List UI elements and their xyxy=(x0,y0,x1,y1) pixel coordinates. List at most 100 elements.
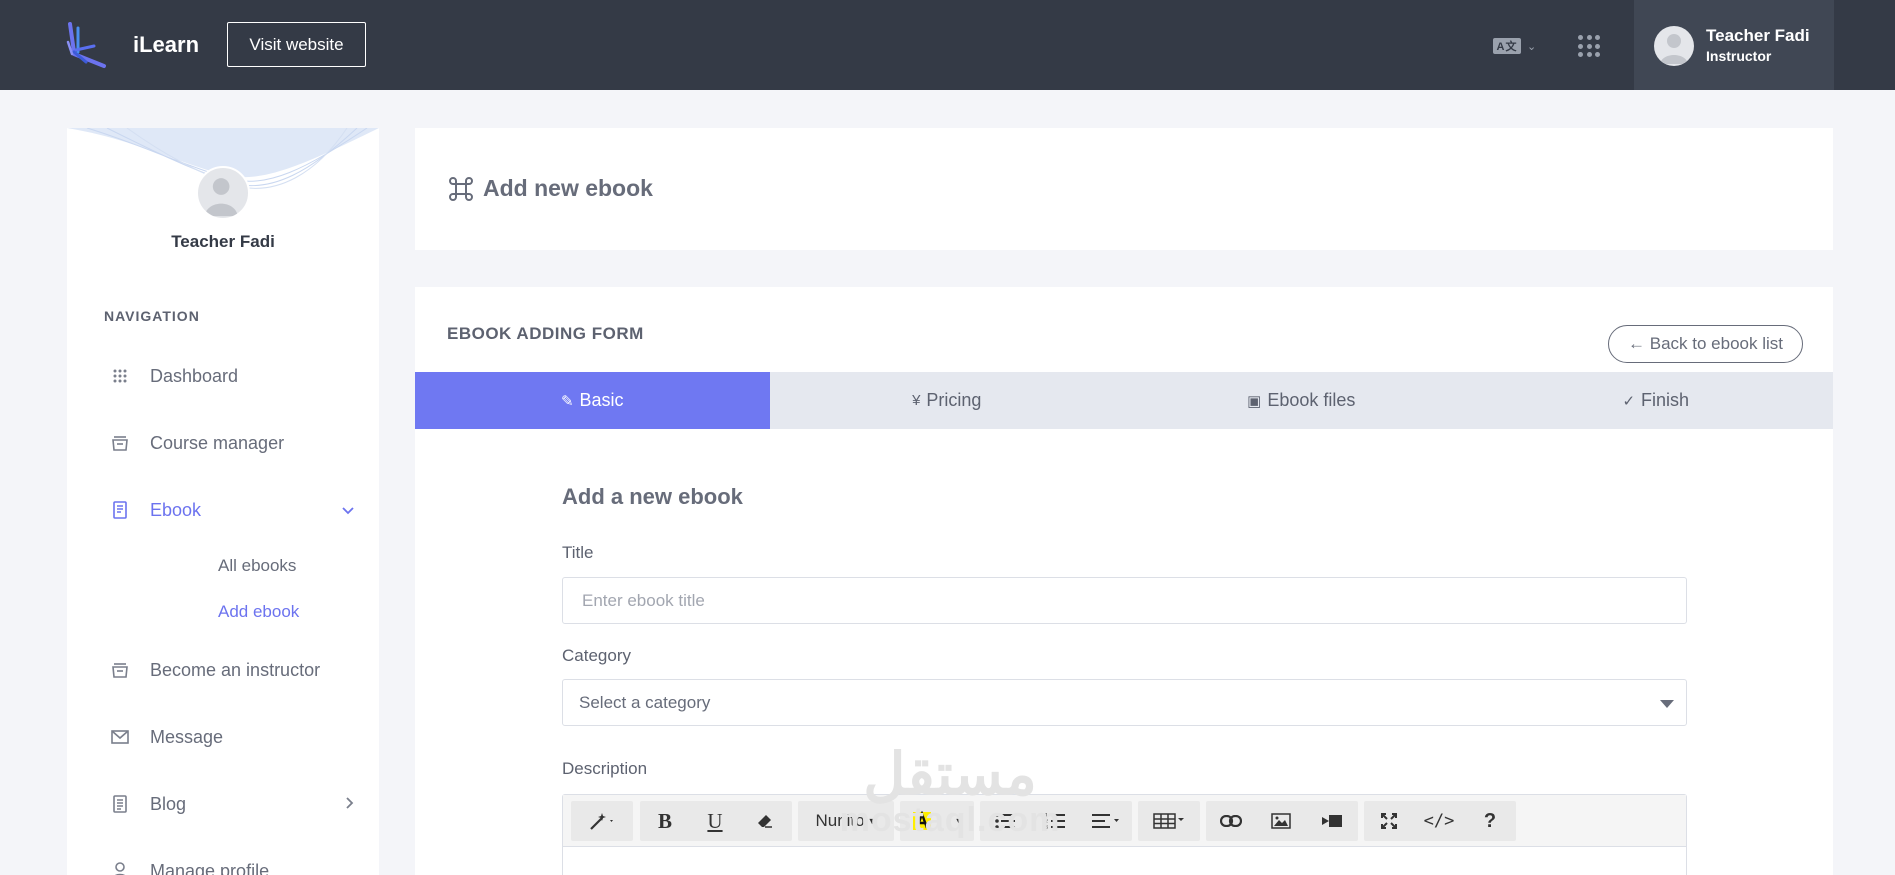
check-circle-icon: ✓ xyxy=(1622,392,1636,410)
caret-down-icon: ▼ xyxy=(867,816,877,826)
tab-ebook-files[interactable]: ▣ Ebook files xyxy=(1124,372,1479,429)
title-input[interactable] xyxy=(562,577,1687,624)
toolbar-group-font: Nunito ▼ xyxy=(798,801,894,841)
font-family-dropdown[interactable]: Nunito ▼ xyxy=(798,801,894,841)
apps-grid-icon[interactable] xyxy=(1578,35,1600,57)
numbered-list-icon[interactable]: 123 xyxy=(1030,801,1080,841)
user-avatar-icon xyxy=(204,178,238,217)
category-select[interactable]: Select a category xyxy=(562,679,1687,726)
sidebar-item-label: Course manager xyxy=(150,432,285,453)
form-title: EBOOK ADDING FORM xyxy=(447,324,644,343)
yen-icon: ¥ xyxy=(912,392,921,409)
sidebar-item-label: Ebook xyxy=(150,499,202,520)
page-title: Add new ebook xyxy=(483,175,653,201)
font-family-value: Nunito xyxy=(815,811,865,830)
inbox-icon xyxy=(110,660,130,680)
files-icon: ▣ xyxy=(1247,392,1262,410)
command-icon xyxy=(447,175,475,208)
sidebar-item-ebook[interactable]: Ebook xyxy=(104,495,364,525)
description-editor[interactable]: B U Nunito ▼ ▼ 1 2 3 </> ? xyxy=(562,794,1687,875)
sidebar-item-label: Blog xyxy=(150,793,187,814)
back-to-list-button[interactable]: ← Back to ebook list xyxy=(1608,325,1803,363)
sidebar-item-label: Message xyxy=(150,726,224,747)
fullscreen-icon[interactable] xyxy=(1364,801,1414,841)
grid-icon xyxy=(110,366,130,386)
sidebar-item-label: Manage profile xyxy=(150,860,270,875)
chevron-down-icon: ⌄ xyxy=(1527,40,1537,53)
user-icon xyxy=(110,861,130,875)
tab-label: Ebook files xyxy=(1267,390,1356,410)
top-navbar: iLearn Visit website A文 ⌄ Teacher Fadi I… xyxy=(0,0,1895,90)
text-color-icon[interactable] xyxy=(900,801,944,841)
sidebar-item-label: Become an instructor xyxy=(150,659,321,680)
feather-icon: ✎ xyxy=(560,392,574,410)
document-icon xyxy=(110,794,130,814)
user-menu[interactable]: Teacher Fadi Instructor xyxy=(1634,0,1834,90)
eraser-icon[interactable] xyxy=(740,801,790,841)
chevron-down-icon xyxy=(342,502,354,518)
sidebar-subitem-all-ebooks[interactable]: All ebooks xyxy=(218,556,296,576)
chevron-right-icon xyxy=(346,796,354,812)
caret-down-icon[interactable]: ▼ xyxy=(944,801,974,841)
tab-basic[interactable]: ✎ Basic xyxy=(415,372,770,429)
magic-wand-icon[interactable] xyxy=(571,801,633,841)
code-view-icon[interactable]: </> xyxy=(1414,801,1464,841)
help-icon[interactable]: ? xyxy=(1464,801,1516,841)
description-label: Description xyxy=(562,759,648,778)
sidebar-item-become-instructor[interactable]: Become an instructor xyxy=(104,655,364,685)
sidebar-item-course-manager[interactable]: Course manager xyxy=(104,428,364,458)
sidebar-item-blog[interactable]: Blog xyxy=(104,789,364,819)
section-title: Add a new ebook xyxy=(562,484,743,509)
book-icon xyxy=(110,500,130,520)
translate-icon: A文 xyxy=(1493,38,1521,54)
profile-name: Teacher Fadi xyxy=(171,232,275,251)
underline-icon[interactable]: U xyxy=(690,801,740,841)
title-label: Title xyxy=(562,543,594,562)
link-icon[interactable] xyxy=(1206,801,1256,841)
image-icon[interactable] xyxy=(1256,801,1306,841)
user-role: Instructor xyxy=(1706,48,1772,64)
tab-pricing[interactable]: ¥ Pricing xyxy=(770,372,1125,429)
mail-icon xyxy=(110,727,130,747)
toolbar-group-paragraph: 123 xyxy=(980,801,1132,841)
user-name: Teacher Fadi xyxy=(1706,26,1810,45)
bullet-list-icon[interactable] xyxy=(980,801,1030,841)
video-icon[interactable] xyxy=(1306,801,1358,841)
bold-icon[interactable]: B xyxy=(640,801,690,841)
user-avatar-icon xyxy=(1660,34,1688,64)
toolbar-group-format: B U xyxy=(640,801,792,841)
table-icon[interactable] xyxy=(1138,801,1200,841)
category-select-value: Select a category xyxy=(579,692,711,712)
visit-website-button[interactable]: Visit website xyxy=(227,22,366,67)
sidebar-subitem-add-ebook[interactable]: Add ebook xyxy=(218,602,299,622)
tab-label: Finish xyxy=(1641,390,1690,410)
caret-down-icon xyxy=(1660,700,1674,708)
toolbar-group-style xyxy=(571,801,633,841)
tab-label: Pricing xyxy=(926,390,982,410)
editor-toolbar: B U Nunito ▼ ▼ 1 2 3 </> ? xyxy=(563,795,1686,847)
page-header-card: Add new ebook xyxy=(415,128,1833,250)
form-steps: ✎ Basic ¥ Pricing ▣ Ebook files ✓ Finish xyxy=(415,372,1833,429)
toolbar-group-color: ▼ xyxy=(900,801,974,841)
inbox-icon xyxy=(110,433,130,453)
ilearn-logo-icon[interactable] xyxy=(64,22,112,70)
toolbar-group-insert xyxy=(1206,801,1358,841)
svg-text:3: 3 xyxy=(1045,825,1048,830)
category-label: Category xyxy=(562,646,631,665)
sidebar-item-label: Dashboard xyxy=(150,365,239,386)
tab-label: Basic xyxy=(579,390,624,410)
sidebar-item-dashboard[interactable]: Dashboard xyxy=(104,361,364,391)
avatar[interactable] xyxy=(196,166,250,220)
toolbar-group-table xyxy=(1138,801,1200,841)
ebook-form-card: EBOOK ADDING FORM ← Back to ebook list ✎… xyxy=(415,287,1833,875)
align-dropdown-icon[interactable] xyxy=(1080,801,1132,841)
sidebar-item-manage-profile[interactable]: Manage profile xyxy=(104,856,364,875)
language-switcher[interactable]: A文 ⌄ xyxy=(1493,36,1536,56)
tab-finish[interactable]: ✓ Finish xyxy=(1479,372,1834,429)
nav-heading: NAVIGATION xyxy=(104,308,200,324)
brand-name[interactable]: iLearn xyxy=(133,32,199,58)
toolbar-group-view: </> ? xyxy=(1364,801,1516,841)
avatar xyxy=(1654,26,1694,66)
sidebar: Teacher Fadi NAVIGATION Dashboard Course… xyxy=(67,128,379,875)
sidebar-item-message[interactable]: Message xyxy=(104,722,364,752)
